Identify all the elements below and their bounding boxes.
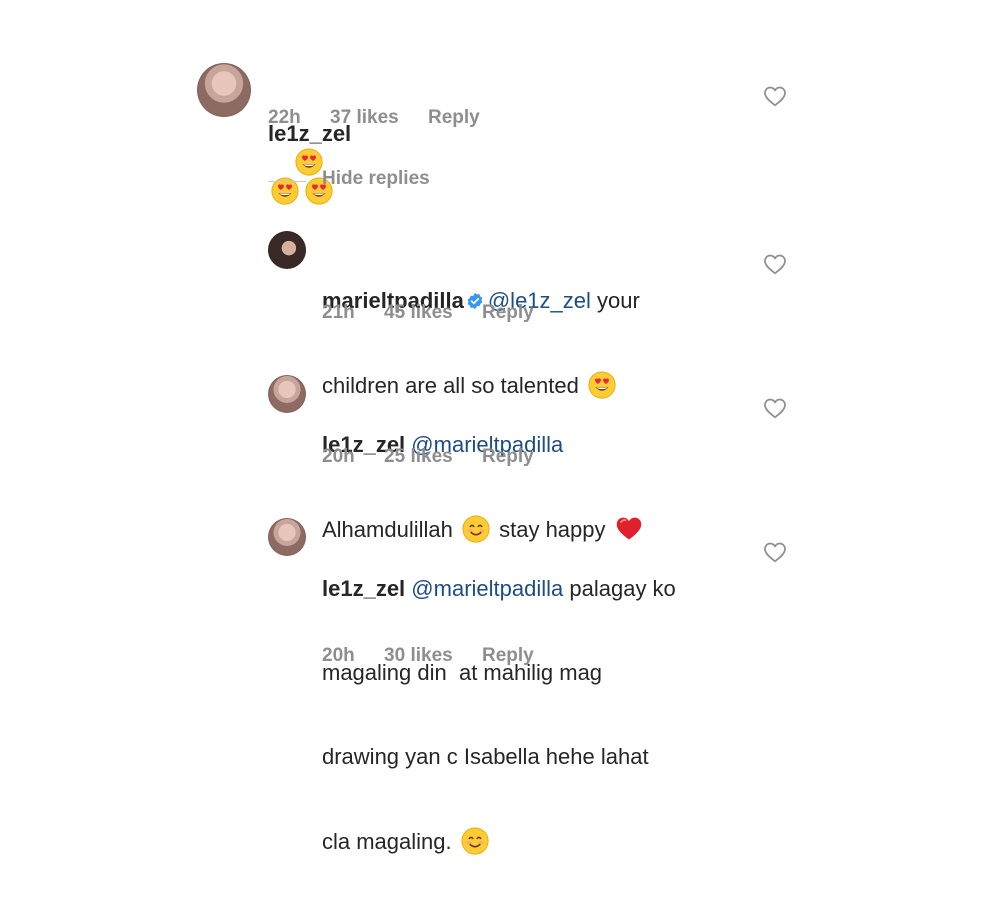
comment-time: 20h [322, 446, 355, 467]
heart-outline-icon[interactable] [763, 85, 787, 107]
heart-outline-icon[interactable] [763, 253, 787, 275]
likes-count[interactable]: 30 likes [384, 645, 453, 666]
comment-text: le1z_zel @marieltpadilla palagay ko maga… [322, 519, 752, 912]
avatar[interactable] [268, 518, 306, 556]
comment-meta: 22h 37 likes Reply [268, 107, 504, 129]
divider-line [268, 181, 306, 182]
comment-text-part: palagay ko [569, 576, 676, 601]
reply-button[interactable]: Reply [428, 107, 480, 128]
comment-meta: 21h 45 likes Reply [322, 302, 558, 324]
comment-text-part: your [597, 288, 640, 313]
comment-meta: 20h 25 likes Reply [322, 446, 558, 468]
heart-outline-icon[interactable] [763, 397, 787, 419]
reply-button[interactable]: Reply [482, 446, 534, 467]
likes-count[interactable]: 37 likes [330, 107, 399, 128]
likes-count[interactable]: 45 likes [384, 302, 453, 323]
likes-count[interactable]: 25 likes [384, 446, 453, 467]
heart-outline-icon[interactable] [763, 541, 787, 563]
heart-eyes-emoji [295, 148, 323, 176]
comment-text-part: drawing yan c Isabella hehe lahat [322, 744, 649, 769]
mention-link[interactable]: @marieltpadilla [411, 576, 563, 601]
comment-text-part: cla magaling. [322, 829, 452, 854]
comment-time: 20h [322, 645, 355, 666]
comment-meta: 20h 30 likes Reply [322, 645, 558, 667]
avatar[interactable] [197, 63, 251, 117]
avatar[interactable] [268, 231, 306, 269]
username[interactable]: le1z_zel [322, 576, 405, 601]
smiling-emoji [461, 827, 489, 855]
hide-replies-label[interactable]: Hide replies [322, 168, 430, 190]
comment-text: le1z_zel [268, 64, 351, 234]
reply-button[interactable]: Reply [482, 645, 534, 666]
comment-time: 22h [268, 107, 301, 128]
avatar[interactable] [268, 375, 306, 413]
comment-time: 21h [322, 302, 355, 323]
reply-button[interactable]: Reply [482, 302, 534, 323]
